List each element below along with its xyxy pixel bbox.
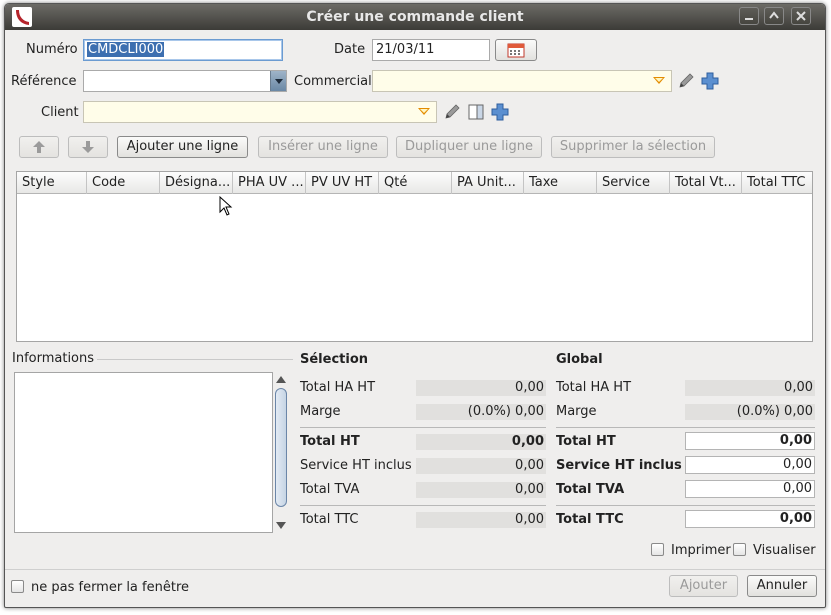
selection-total-tva-label: Total TVA — [300, 482, 360, 497]
maximize-button[interactable] — [764, 7, 784, 25]
title-bar[interactable]: Créer une commande client — [5, 4, 825, 30]
duplicate-line-button[interactable]: Dupliquer une ligne — [396, 136, 542, 158]
selection-title: Sélection — [300, 352, 369, 367]
selection-marge-value: (0.0%) 0,00 — [416, 404, 546, 420]
dropdown-arrow-icon[interactable] — [653, 77, 665, 84]
column-header-total-vt[interactable]: Total Vt... — [670, 172, 742, 194]
selection-total-ttc-value: 0,00 — [416, 512, 546, 528]
visualiser-checkbox[interactable] — [733, 543, 746, 556]
footer-divider — [5, 569, 825, 570]
global-marge-label: Marge — [556, 404, 597, 419]
column-header-designation[interactable]: Désigna... — [160, 172, 233, 194]
add-line-button[interactable]: Ajouter une ligne — [117, 136, 248, 158]
edit-client-pencil-icon[interactable] — [442, 102, 462, 122]
global-total-ttc-label: Total TTC — [556, 512, 624, 527]
chevron-down-icon[interactable] — [270, 71, 286, 91]
imprimer-checkbox[interactable] — [651, 543, 664, 556]
keep-open-checkbox[interactable] — [11, 580, 24, 593]
selection-total-ha-ht-label: Total HA HT — [300, 380, 376, 395]
global-divider-2 — [556, 505, 815, 506]
selection-total-ht-label: Total HT — [300, 434, 360, 449]
global-divider — [556, 427, 815, 428]
column-header-total-ttc[interactable]: Total TTC — [742, 172, 812, 194]
imprimer-label: Imprimer — [671, 543, 731, 558]
global-service-ht-label: Service HT inclus — [556, 458, 682, 473]
column-header-service[interactable]: Service — [597, 172, 670, 194]
global-title: Global — [556, 352, 603, 367]
add-client-plus-icon[interactable] — [490, 102, 510, 122]
selection-total-tva-value: 0,00 — [416, 482, 546, 498]
arrow-down-icon — [82, 141, 94, 153]
close-icon — [796, 11, 806, 21]
annuler-button[interactable]: Annuler — [747, 575, 817, 597]
minimize-button[interactable] — [739, 7, 759, 25]
commercial-combo[interactable] — [372, 70, 672, 92]
global-total-ttc-value: 0,00 — [685, 510, 815, 528]
selection-marge-label: Marge — [300, 404, 341, 419]
close-button[interactable] — [791, 7, 811, 25]
selection-total-ht-value: 0,00 — [416, 434, 546, 450]
selection-service-ht-label: Service HT inclus — [300, 458, 412, 473]
delete-selection-button[interactable]: Supprimer la sélection — [551, 136, 715, 158]
informations-divider — [97, 359, 293, 360]
keep-open-label: ne pas fermer la fenêtre — [31, 580, 189, 595]
scroll-down-icon[interactable] — [276, 522, 286, 529]
dialog-window: Créer une commande client Numéro CMDCLI0… — [4, 3, 826, 608]
client-label: Client — [41, 105, 79, 120]
informations-scrollbar[interactable] — [273, 372, 289, 533]
date-field[interactable]: 21/03/11 — [372, 39, 490, 61]
visualiser-label: Visualiser — [753, 543, 816, 558]
informations-textarea[interactable] — [14, 372, 273, 533]
selection-service-ht-value: 0,00 — [416, 458, 546, 474]
insert-line-button[interactable]: Insérer une ligne — [258, 136, 388, 158]
column-header-style[interactable]: Style — [17, 172, 87, 194]
global-total-ht-label: Total HT — [556, 434, 616, 449]
scroll-up-icon[interactable] — [276, 376, 286, 383]
move-down-button[interactable] — [68, 136, 108, 158]
global-total-ha-ht-value: 0,00 — [685, 380, 815, 396]
date-label: Date — [334, 42, 366, 57]
selection-divider-2 — [300, 505, 546, 506]
table-header: Style Code Désigna... PHA UV ... PV UV H… — [17, 172, 812, 194]
reference-combo[interactable] — [83, 70, 287, 92]
edit-commercial-pencil-icon[interactable] — [676, 71, 696, 91]
client-details-icon[interactable] — [466, 102, 486, 122]
global-total-tva-value: 0,00 — [685, 480, 815, 498]
calendar-icon — [507, 43, 525, 58]
date-value: 21/03/11 — [376, 42, 435, 57]
global-total-tva-label: Total TVA — [556, 482, 625, 497]
window-title: Créer une commande client — [306, 9, 524, 25]
informations-label: Informations — [12, 351, 95, 366]
numero-field[interactable]: CMDCLI000 — [83, 39, 283, 61]
client-combo[interactable] — [83, 101, 437, 123]
ajouter-button[interactable]: Ajouter — [669, 575, 738, 597]
arrow-up-icon — [33, 141, 45, 153]
calendar-button[interactable] — [495, 39, 537, 61]
minimize-icon — [745, 18, 753, 20]
column-header-taxe[interactable]: Taxe — [524, 172, 597, 194]
selection-total-ha-ht-value: 0,00 — [416, 380, 546, 396]
global-marge-value: (0.0%) 0,00 — [685, 404, 815, 420]
selection-divider — [300, 427, 546, 428]
mouse-cursor-icon — [219, 196, 233, 216]
reference-label: Référence — [11, 74, 77, 89]
numero-label: Numéro — [26, 42, 78, 57]
column-header-pa-unit[interactable]: PA Unit... — [452, 172, 524, 194]
selection-total-ttc-label: Total TTC — [300, 512, 359, 527]
scroll-thumb[interactable] — [275, 388, 287, 507]
move-up-button[interactable] — [19, 136, 59, 158]
column-header-pv-uv-ht[interactable]: PV UV HT — [306, 172, 379, 194]
order-lines-table[interactable]: Style Code Désigna... PHA UV ... PV UV H… — [16, 171, 813, 342]
commercial-label: Commercial — [294, 74, 372, 89]
global-service-ht-value: 0,00 — [685, 456, 815, 474]
maximize-icon — [769, 11, 779, 19]
dropdown-arrow-icon[interactable] — [418, 108, 430, 115]
global-total-ht-value: 0,00 — [685, 432, 815, 450]
column-header-pha-uv[interactable]: PHA UV ... — [233, 172, 306, 194]
add-commercial-plus-icon[interactable] — [700, 71, 720, 91]
numero-value: CMDCLI000 — [87, 42, 165, 57]
column-header-qte[interactable]: Qté — [379, 172, 452, 194]
column-header-code[interactable]: Code — [87, 172, 160, 194]
global-total-ha-ht-label: Total HA HT — [556, 380, 632, 395]
